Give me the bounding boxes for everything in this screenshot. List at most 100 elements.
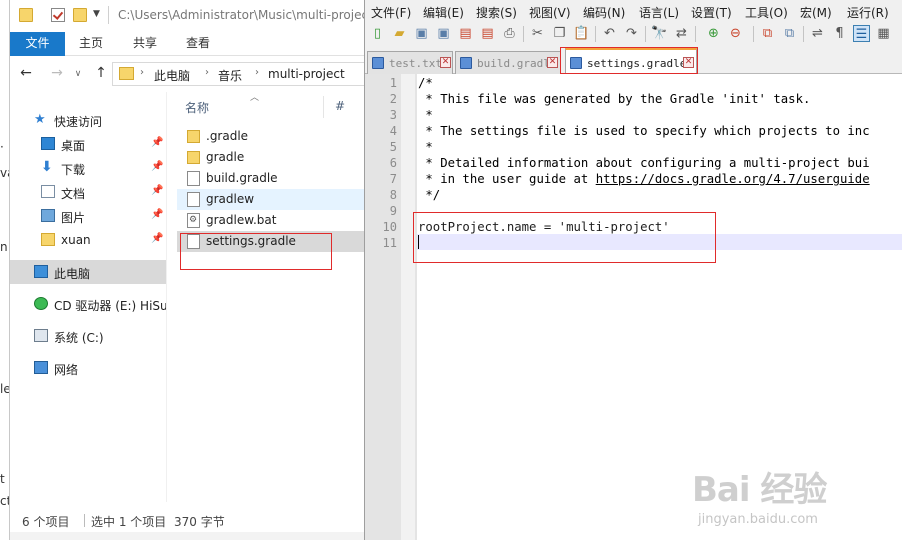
nav-item-system-drive[interactable]: 系统 (C:) [10, 324, 166, 348]
nav-item-label: 快速访问 [54, 115, 103, 129]
background-text: · [0, 140, 4, 154]
chevron-right-icon[interactable]: › [205, 67, 209, 78]
line-number: 6 [389, 156, 397, 170]
quick-access-dropdown-icon[interactable]: ▼ [93, 9, 100, 19]
zoom-in-icon[interactable]: ⊕ [705, 25, 722, 42]
address-bar[interactable]: › 此电脑 › 音乐 › multi-project [112, 62, 365, 86]
nav-item-desktop[interactable]: 桌面 📌 [10, 132, 166, 156]
column-number[interactable]: # [335, 99, 345, 113]
breadcrumb-this-pc[interactable]: 此电脑 [154, 67, 190, 84]
replace-icon[interactable]: ⇄ [673, 25, 690, 42]
nav-item-this-pc[interactable]: 此电脑 [10, 260, 166, 284]
pin-icon[interactable]: 📌 [151, 209, 163, 220]
tab-build-gradle[interactable]: build.gradle ✕ [455, 51, 561, 74]
menu-encoding[interactable]: 编码(N) [583, 4, 625, 21]
nav-item-label: 图片 [61, 211, 86, 225]
menu-macro[interactable]: 宏(M) [800, 4, 832, 21]
history-dropdown-icon[interactable]: ∨ [69, 69, 87, 79]
show-all-characters-icon[interactable]: ¶ [831, 25, 848, 42]
file-row[interactable]: gradlew [177, 189, 365, 210]
menu-language[interactable]: 语言(L) [639, 4, 679, 21]
tab-test-txt[interactable]: test.txt ✕ [367, 51, 453, 74]
file-row[interactable]: gradle [177, 147, 365, 168]
code-url-link[interactable]: https://docs.gradle.org/4.7/userguide [596, 172, 870, 186]
find-icon[interactable]: 🔭 [651, 25, 668, 42]
menu-run[interactable]: 运行(R) [847, 4, 889, 21]
nav-item-quick-access[interactable]: ★ 快速访问 [10, 108, 166, 132]
file-row[interactable]: gradlew.bat [177, 210, 365, 231]
line-number-gutter: 1 2 3 4 5 6 7 8 9 10 11 [365, 74, 417, 540]
new-file-icon[interactable]: ▯ [369, 25, 386, 42]
new-folder-icon[interactable] [73, 8, 87, 22]
nav-item-label: 此电脑 [54, 267, 91, 281]
close-all-icon[interactable]: ▤ [479, 25, 496, 42]
paste-icon[interactable]: 📋 [573, 25, 590, 42]
toolbar-separator [803, 26, 804, 42]
code-line: * in the user guide at https://docs.grad… [418, 172, 870, 186]
network-icon [34, 361, 48, 374]
code-line: * The settings file is used to specify w… [418, 124, 870, 138]
sort-ascending-icon: ︿ [250, 93, 260, 103]
nav-item-pictures[interactable]: 图片 📌 [10, 204, 166, 228]
close-icon[interactable]: ✕ [440, 57, 451, 68]
nav-item-network[interactable]: 网络 [10, 356, 166, 380]
file-explorer-window: ▼ C:\Users\Administrator\Music\multi-pro… [9, 0, 365, 540]
file-row[interactable]: .gradle [177, 126, 365, 147]
save-all-icon[interactable]: ▣ [435, 25, 452, 42]
pin-icon[interactable]: 📌 [151, 185, 163, 196]
chevron-right-icon[interactable]: › [255, 67, 259, 78]
pin-icon[interactable]: 📌 [151, 137, 163, 148]
code-line: * Detailed information about configuring… [418, 156, 870, 170]
menu-edit[interactable]: 编辑(E) [423, 4, 464, 21]
breadcrumb-music[interactable]: 音乐 [218, 67, 242, 84]
indent-guide-icon[interactable]: ☰ [853, 25, 870, 42]
sync-vertical-icon[interactable]: ⧉ [759, 25, 776, 42]
nav-item-downloads[interactable]: ⬇ 下载 📌 [10, 156, 166, 180]
undo-icon[interactable]: ↶ [601, 25, 618, 42]
breadcrumb-multi-project[interactable]: multi-project [268, 67, 345, 81]
close-file-icon[interactable]: ▤ [457, 25, 474, 42]
properties-check-icon[interactable] [51, 8, 65, 22]
pin-icon[interactable]: 📌 [151, 161, 163, 172]
column-divider[interactable] [323, 96, 324, 118]
chevron-right-icon[interactable]: › [140, 67, 144, 78]
redo-icon[interactable]: ↷ [623, 25, 640, 42]
language-icon[interactable]: ▦ [875, 25, 892, 42]
pin-icon[interactable]: 📌 [151, 233, 163, 244]
cut-icon[interactable]: ✂ [529, 25, 546, 42]
line-number: 11 [382, 236, 397, 250]
save-icon[interactable]: ▣ [413, 25, 430, 42]
ribbon-tab-share[interactable]: 共享 [122, 32, 168, 56]
toolbar-separator [695, 26, 696, 42]
ribbon-tab-file[interactable]: 文件 [10, 32, 65, 56]
zoom-out-icon[interactable]: ⊖ [727, 25, 744, 42]
forward-arrow-icon[interactable]: → [48, 65, 66, 81]
cd-drive-icon [34, 297, 48, 310]
menu-view[interactable]: 视图(V) [529, 4, 571, 21]
open-file-icon[interactable]: ▰ [391, 25, 408, 42]
copy-icon[interactable]: ❐ [551, 25, 568, 42]
ribbon-tab-view[interactable]: 查看 [175, 32, 221, 56]
sync-horizontal-icon[interactable]: ⧉ [781, 25, 798, 42]
nav-item-documents[interactable]: 文档 📌 [10, 180, 166, 204]
menu-tools[interactable]: 工具(O) [745, 4, 788, 21]
menu-file[interactable]: 文件(F) [371, 4, 411, 21]
desktop-icon [41, 137, 55, 150]
close-icon[interactable]: ✕ [547, 57, 558, 68]
nav-item-xuan[interactable]: xuan 📌 [10, 228, 166, 252]
back-arrow-icon[interactable]: ← [17, 65, 35, 81]
menu-search[interactable]: 搜索(S) [476, 4, 517, 21]
toolbar-separator [753, 26, 754, 42]
nav-item-cd-drive[interactable]: CD 驱动器 (E:) HiSui [10, 292, 171, 316]
code-area[interactable]: /* * This file was generated by the Grad… [417, 74, 902, 540]
print-icon[interactable]: ⎙ [501, 25, 518, 42]
column-name[interactable]: 名称 [185, 99, 209, 116]
fold-margin[interactable] [401, 74, 415, 540]
word-wrap-icon[interactable]: ⇌ [809, 25, 826, 42]
up-arrow-icon[interactable]: ↑ [92, 65, 110, 81]
ribbon-tab-home[interactable]: 主页 [68, 32, 114, 56]
file-name: gradle [206, 150, 245, 164]
menu-settings[interactable]: 设置(T) [691, 4, 732, 21]
code-editor[interactable]: 1 2 3 4 5 6 7 8 9 10 11 /* * This file w… [365, 74, 902, 540]
file-row[interactable]: build.gradle [177, 168, 365, 189]
